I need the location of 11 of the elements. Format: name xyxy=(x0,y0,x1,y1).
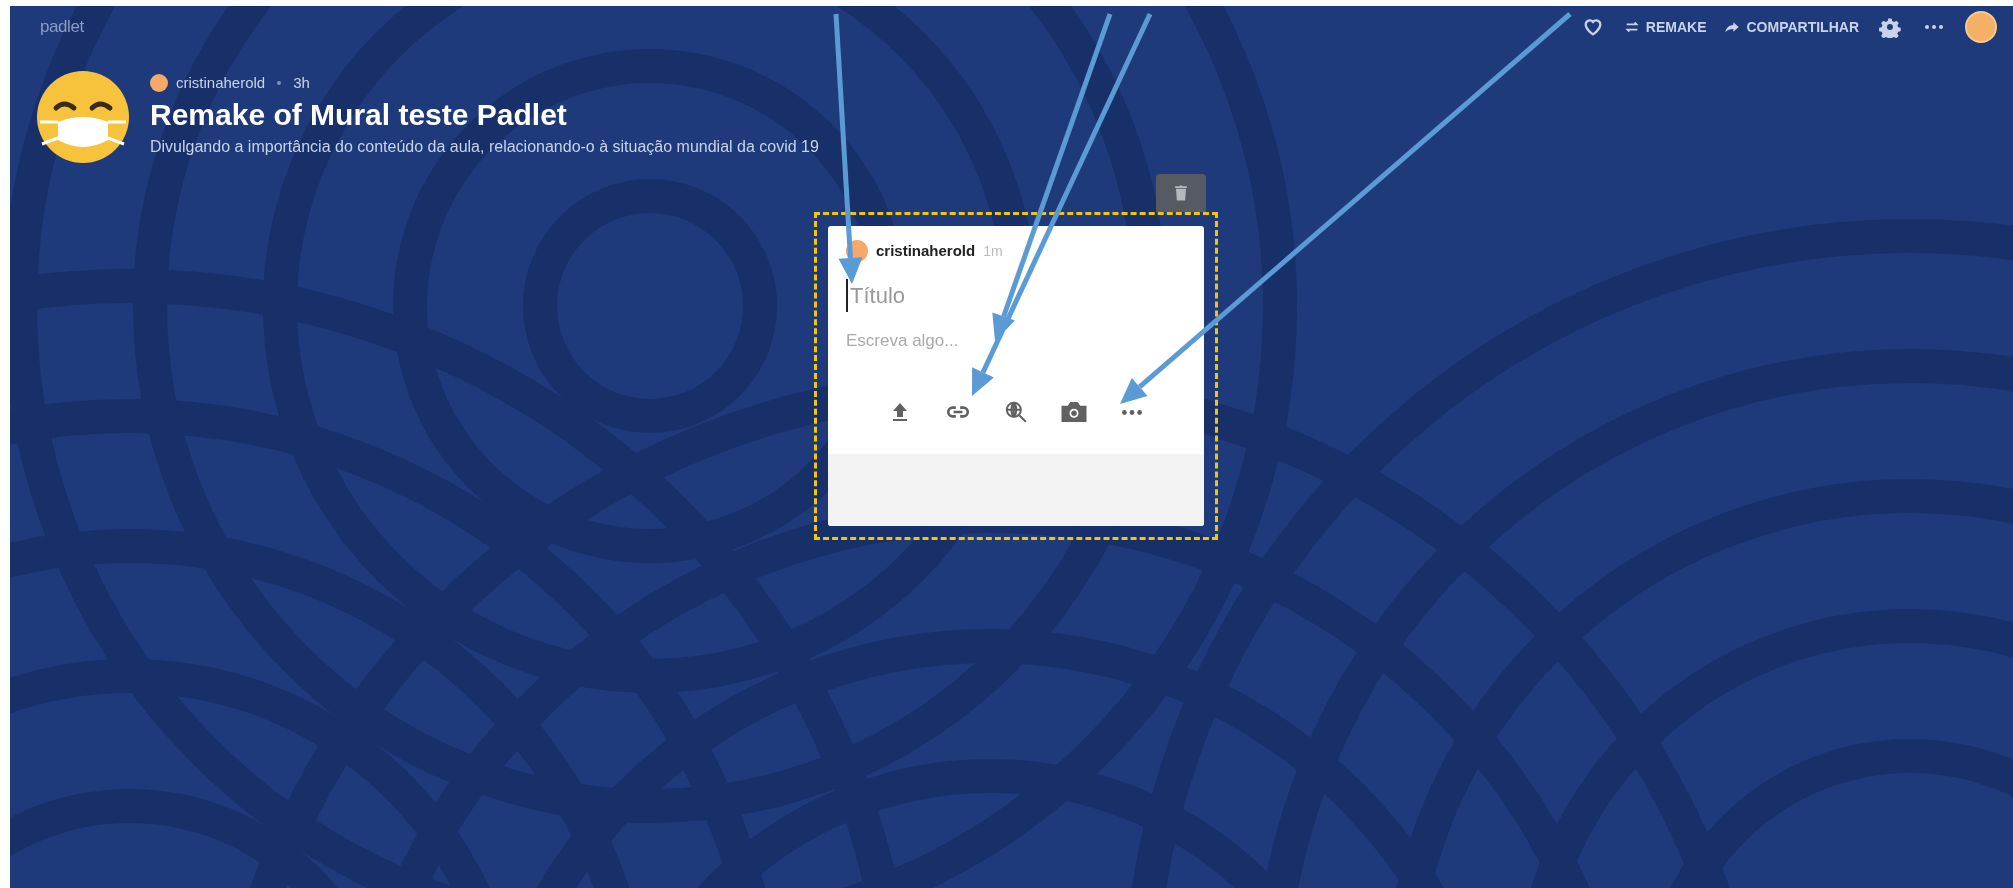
title-field[interactable]: Título xyxy=(846,278,1186,312)
body-field[interactable]: Escreva algo... xyxy=(846,327,1186,353)
board-title: Remake of Mural teste Padlet xyxy=(150,96,568,133)
board-description: Divulgando a importância do conteúdo da aula, relacionando-o à situação mundial da covid 19 xyxy=(150,136,819,157)
share-button[interactable]: COMPARTILHAR xyxy=(1724,16,1859,38)
author-name: cristinaherold xyxy=(176,73,266,93)
padlet-logo: padlet xyxy=(40,16,84,39)
post-author: cristinaherold xyxy=(876,241,976,261)
board-age: 3h xyxy=(293,73,310,93)
post-age: 1m xyxy=(983,241,1003,261)
remake-button[interactable]: REMAKE xyxy=(1623,16,1707,38)
